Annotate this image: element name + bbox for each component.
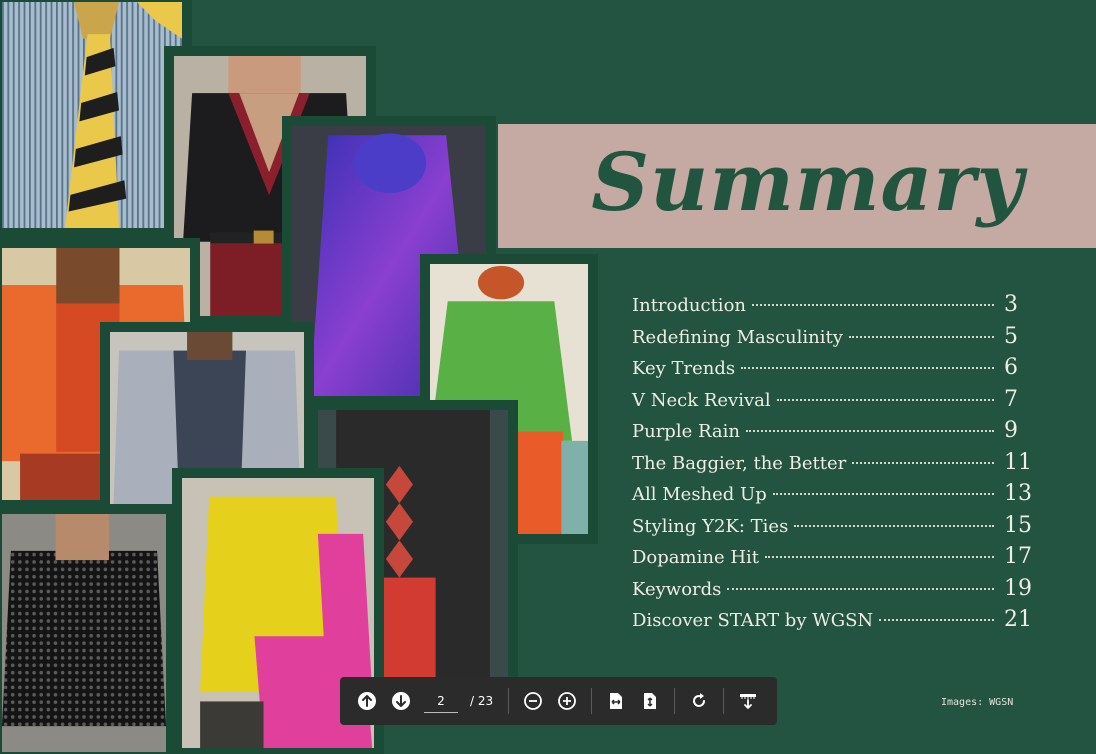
toc-item-label: V Neck Revival	[632, 389, 771, 411]
fit-width-button[interactable]	[601, 686, 631, 716]
toc-item-label: Introduction	[632, 295, 746, 316]
toc-item-label: Keywords	[632, 578, 722, 600]
page-number-input[interactable]	[424, 689, 458, 713]
zoom-in-button[interactable]	[552, 686, 582, 716]
pdf-toolbar: / 23	[340, 677, 777, 725]
toc-dot-leader	[848, 335, 994, 338]
toc-item[interactable]: Purple Rain 9	[632, 418, 1032, 450]
fit-page-button[interactable]	[635, 686, 665, 716]
table-of-contents: Introduction 3 Redefining Masculinity 5 Key …	[632, 292, 1032, 639]
toc-item-label: Key Trends	[632, 358, 736, 379]
zoom-out-icon	[524, 692, 543, 710]
toc-item[interactable]: Dopamine Hit 17	[632, 544, 1032, 576]
page-count: / 23	[470, 694, 494, 708]
toc-item-label: Redefining Masculinity	[632, 326, 843, 348]
toc-item-page: 5	[1004, 323, 1018, 349]
rotate-icon	[693, 693, 706, 707]
rotate-button[interactable]	[684, 686, 714, 716]
toc-item[interactable]: The Baggier, the Better 11	[632, 450, 1032, 482]
toc-dot-leader	[772, 493, 994, 495]
toc-item-label: Dopamine Hit	[632, 547, 760, 568]
toc-dot-leader	[746, 430, 994, 432]
toc-item[interactable]: Keywords 19	[632, 576, 1032, 608]
next-page-button[interactable]	[386, 686, 416, 716]
zoom-out-button[interactable]	[518, 686, 548, 716]
toc-item-label: Purple Rain	[632, 421, 741, 442]
toc-dot-leader	[879, 619, 994, 621]
toc-item[interactable]: Discover START by WGSN 21	[632, 607, 1032, 639]
toc-item-label: The Baggier, the Better	[632, 452, 847, 474]
photo-black-knit-shirt	[0, 504, 176, 754]
arrow-up-icon	[358, 692, 376, 710]
toc-dot-leader	[752, 304, 994, 306]
toc-item[interactable]: Key Trends 6	[632, 355, 1032, 387]
document-page: Summary Introduction 3 Redefining Masculin…	[0, 0, 1096, 754]
page-title: Summary	[591, 135, 1024, 229]
toc-item[interactable]: Introduction 3	[632, 292, 1032, 324]
toc-item-page: 19	[1004, 575, 1032, 601]
toc-dot-leader	[852, 461, 994, 464]
toc-item[interactable]: V Neck Revival 7	[632, 387, 1032, 419]
toc-item-page: 6	[1004, 355, 1018, 380]
toc-item-page: 17	[1004, 544, 1032, 569]
toc-item-page: 15	[1004, 512, 1032, 538]
toc-dot-leader	[776, 398, 994, 401]
arrow-down-icon	[392, 692, 410, 710]
toc-item-page: 21	[1004, 607, 1032, 632]
toc-item-page: 11	[1004, 449, 1032, 475]
download-icon	[740, 694, 757, 709]
toc-dot-leader	[765, 556, 994, 558]
toolbar-divider	[591, 688, 593, 714]
toc-dot-leader	[741, 367, 994, 369]
download-button[interactable]	[733, 686, 763, 716]
image-credit: Images: WGSN	[941, 697, 1014, 708]
zoom-in-icon	[558, 692, 577, 710]
toc-dot-leader	[794, 524, 994, 527]
previous-page-button[interactable]	[352, 686, 382, 716]
toolbar-divider	[674, 688, 676, 714]
toc-item-page: 13	[1004, 481, 1032, 506]
toc-item[interactable]: Redefining Masculinity 5	[632, 324, 1032, 356]
toc-item-page: 3	[1004, 292, 1018, 317]
toc-item-label: Discover START by WGSN	[632, 610, 874, 631]
fit-page-icon	[644, 693, 657, 709]
toc-item[interactable]: Styling Y2K: Ties 15	[632, 513, 1032, 545]
toolbar-divider	[508, 688, 510, 714]
title-band: Summary	[498, 124, 1096, 248]
toc-item[interactable]: All Meshed Up 13	[632, 481, 1032, 513]
toc-item-page: 7	[1004, 386, 1018, 412]
toc-item-page: 9	[1004, 418, 1018, 443]
toc-item-label: Styling Y2K: Ties	[632, 515, 789, 537]
toc-dot-leader	[727, 587, 994, 590]
fit-width-icon	[610, 693, 623, 709]
toolbar-divider	[723, 688, 725, 714]
toc-item-label: All Meshed Up	[632, 484, 767, 505]
